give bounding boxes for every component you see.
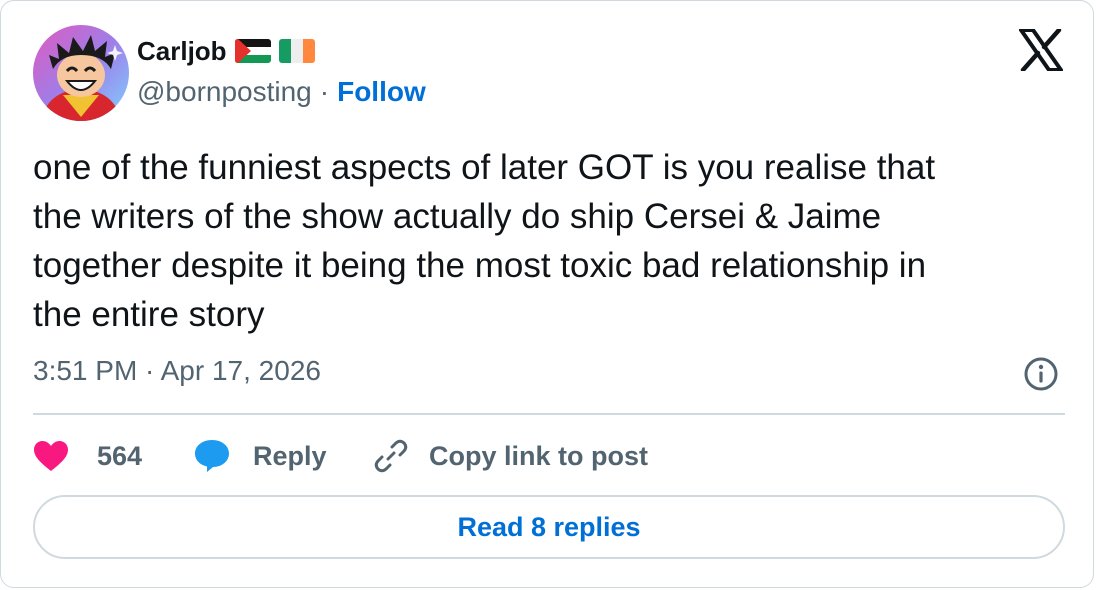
speech-bubble-icon	[195, 440, 229, 472]
tweet-text-line: together despite it being the most toxic…	[33, 246, 927, 285]
action-bar: 564 Reply Copy link to post	[33, 433, 648, 479]
copy-link-label: Copy link to post	[429, 440, 648, 471]
info-icon[interactable]	[1023, 356, 1059, 392]
display-name[interactable]: Carljob	[137, 31, 227, 71]
follow-link[interactable]: Follow	[337, 72, 426, 112]
ireland-flag-icon	[278, 39, 315, 63]
tweet-text-line: the entire story	[33, 295, 265, 334]
handle-row: @bornposting · Follow	[137, 72, 426, 112]
handle-separator: ·	[319, 76, 330, 107]
author-row: Carljob	[137, 31, 315, 71]
reply-label: Reply	[253, 440, 327, 471]
tweet-text-line: the writers of the show actually do ship…	[33, 197, 882, 236]
link-icon	[374, 439, 408, 473]
tweet-text: one of the funniest aspects of later GOT…	[33, 143, 1073, 339]
copy-link-button[interactable]: Copy link to post	[373, 438, 648, 474]
heart-icon	[34, 441, 68, 471]
like-count: 564	[97, 440, 143, 471]
user-handle[interactable]: @bornposting	[137, 72, 312, 112]
tweet-card: Carljob @bornposting · Follow one of the…	[0, 0, 1094, 588]
divider	[33, 413, 1065, 415]
x-logo-icon[interactable]	[1019, 29, 1063, 71]
reply-button[interactable]: Reply	[193, 438, 373, 474]
tweet-timestamp[interactable]: 3:51 PM · Apr 17, 2026	[33, 351, 321, 391]
like-button[interactable]: 564	[33, 440, 193, 472]
avatar[interactable]	[33, 25, 129, 121]
palestine-flag-icon	[234, 39, 271, 63]
avatar-image	[33, 25, 129, 121]
read-replies-button[interactable]: Read 8 replies	[33, 495, 1065, 559]
tweet-text-line: one of the funniest aspects of later GOT…	[33, 148, 936, 187]
